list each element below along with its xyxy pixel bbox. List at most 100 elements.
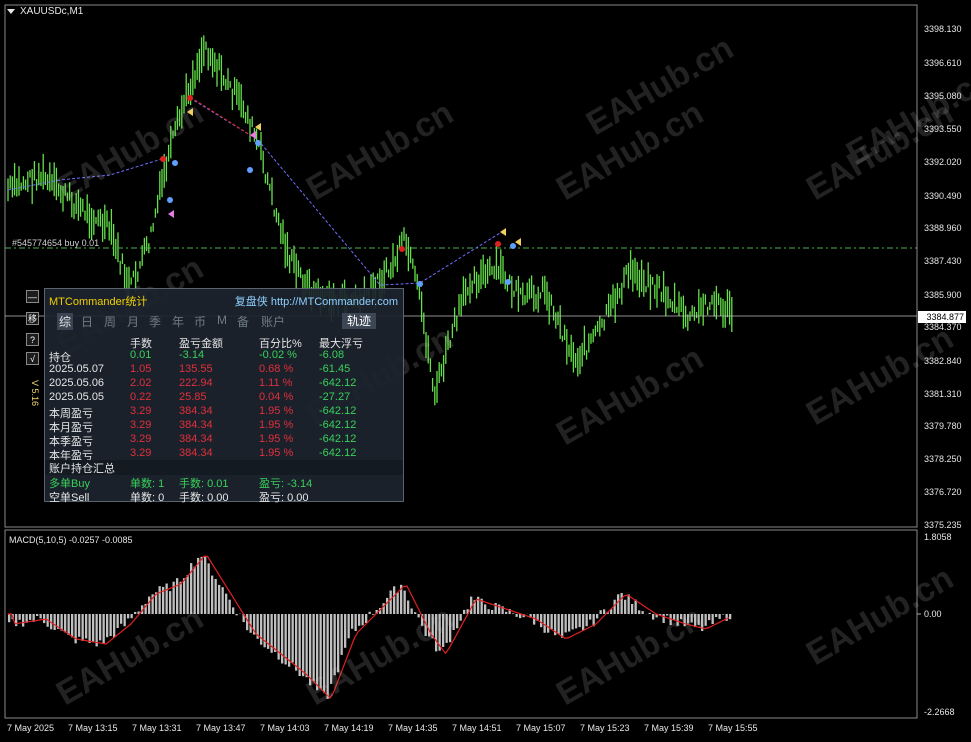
macd-bar	[88, 614, 91, 643]
minimize-button[interactable]: —	[26, 290, 39, 303]
macd-bar	[214, 579, 217, 614]
macd-bar	[680, 614, 683, 620]
macd-bar	[452, 614, 455, 630]
macd-bar	[64, 614, 67, 633]
macd-bar	[232, 607, 235, 614]
macd-bar	[197, 557, 200, 614]
macd-bar	[228, 599, 231, 614]
macd-bar	[627, 594, 630, 614]
macd-bar	[288, 614, 291, 667]
macd-bar	[708, 614, 711, 621]
macd-bar	[85, 614, 88, 639]
stats-cell-pnl: -3.14	[179, 349, 205, 361]
macd-bar	[428, 614, 431, 637]
macd-bar	[463, 609, 466, 614]
tab-magic[interactable]: M	[217, 313, 227, 327]
macd-bar	[578, 614, 581, 628]
macd-bar	[648, 612, 651, 614]
macd-bar	[36, 614, 39, 616]
macd-bar	[200, 556, 203, 614]
macd-bar	[662, 614, 665, 623]
macd-bar	[540, 614, 543, 628]
macd-bar	[715, 614, 718, 617]
tab-summary[interactable]: 综	[57, 313, 74, 330]
macd-bar	[106, 614, 109, 638]
price-label: 3388.960	[924, 223, 962, 233]
macd-bar	[631, 604, 634, 614]
macd-bar	[18, 614, 21, 620]
macd-bar	[407, 600, 410, 614]
macd-bar	[99, 614, 102, 641]
macd-bar	[130, 614, 133, 619]
macd-bar	[169, 591, 172, 614]
macd-bar	[211, 575, 214, 614]
panel-link[interactable]: 复盘侠 http://MTCommander.com	[235, 293, 398, 309]
macd-bar	[8, 614, 11, 623]
macd-bar	[396, 592, 399, 614]
summary-row: 多单Buy 单数: 1 手数: 0.01 盈亏: -3.14	[45, 475, 403, 490]
macd-bar	[354, 614, 357, 631]
macd-bar	[414, 612, 417, 614]
mtcommander-stats-panel: MTCommander统计 复盘侠 http://MTCommander.com…	[44, 288, 404, 504]
macd-bar	[550, 614, 553, 629]
help-button[interactable]: ?	[26, 333, 39, 346]
macd-bar	[43, 614, 46, 624]
macd-bar	[722, 614, 725, 615]
macd-bar	[312, 614, 315, 682]
macd-bar	[358, 614, 361, 626]
time-label: 7 May 13:15	[68, 723, 118, 733]
macd-signal-line	[8, 555, 730, 699]
macd-bar	[582, 614, 585, 631]
stats-row: 本季盈亏 3.29 384.34 1.95 % -642.12	[45, 433, 403, 448]
macd-bar	[134, 612, 137, 614]
macd-bar	[519, 614, 522, 619]
stats-cell-pnl: 25.85	[179, 391, 207, 403]
macd-scale-top: 1.8058	[924, 532, 952, 542]
stats-cell-lots: 3.29	[130, 405, 152, 417]
stats-row: 本月盈亏 3.29 384.34 1.95 % -642.12	[45, 419, 403, 434]
chevron-down-icon[interactable]	[7, 9, 15, 14]
tab-month[interactable]: 月	[127, 313, 139, 330]
stats-cell-pnl: 384.34	[179, 405, 213, 417]
price-label: 3375.235	[924, 520, 962, 530]
macd-scale-zero: 0.00	[924, 609, 942, 619]
tab-account[interactable]: 账户	[261, 313, 285, 330]
tab-quarter[interactable]: 季	[149, 313, 161, 330]
macd-bar	[109, 614, 112, 636]
summary-cell-lots: 手数: 0.00	[179, 492, 229, 504]
macd-bar	[344, 614, 347, 648]
time-label: 7 May 15:07	[516, 723, 566, 733]
stats-cell-max: -642.12	[319, 433, 357, 445]
summary-header: 账户持仓汇总	[45, 460, 403, 475]
macd-bar	[564, 614, 567, 633]
move-button[interactable]: 移	[26, 312, 39, 325]
macd-bar	[372, 614, 375, 615]
macd-bar	[417, 614, 420, 618]
track-button[interactable]: 轨迹	[342, 313, 377, 329]
stats-row: 2025.05.05 0.22 25.85 0.04 % -27.27	[45, 391, 403, 405]
stats-cell-pct: 1.11 %	[259, 377, 293, 389]
tab-notes[interactable]: 备	[237, 313, 249, 330]
tab-week[interactable]: 周	[104, 313, 116, 330]
macd-bar	[337, 614, 340, 673]
macd-bar	[386, 597, 389, 614]
time-label: 7 May 13:47	[196, 723, 246, 733]
stats-row: 本年盈亏 3.29 384.34 1.95 % -642.12	[45, 447, 403, 462]
stats-cell-max: -6.08	[319, 349, 345, 361]
macd-bar	[330, 614, 333, 684]
tab-year[interactable]: 年	[172, 313, 184, 330]
stats-cell-label: 2025.05.06	[49, 377, 105, 389]
tab-symbol[interactable]: 币	[194, 313, 206, 330]
price-label: 3382.840	[924, 356, 962, 366]
macd-bar	[116, 614, 119, 628]
confirm-button[interactable]: √	[26, 352, 39, 365]
macd-bar	[193, 566, 196, 614]
macd-bar	[543, 614, 546, 633]
tab-day[interactable]: 日	[81, 313, 93, 330]
macd-bar	[347, 614, 350, 639]
panel-title: MTCommander统计	[49, 296, 148, 308]
macd-bar	[599, 610, 602, 614]
macd-bar	[634, 599, 637, 614]
macd-bar	[410, 608, 413, 614]
price-label: 3396.610	[924, 58, 962, 68]
